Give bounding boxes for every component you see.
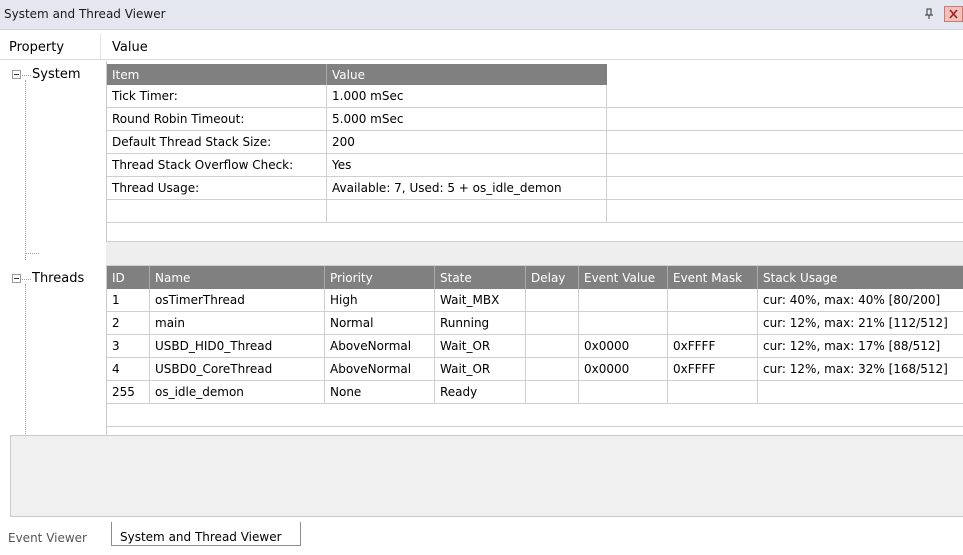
tree-connector — [22, 75, 31, 76]
tab-event-viewer[interactable]: Event Viewer — [8, 531, 87, 545]
thread-cell-id: 4 — [107, 358, 150, 381]
threads-header-priority[interactable]: Priority — [325, 266, 435, 289]
value-column-header[interactable]: Value — [112, 40, 148, 55]
system-row-value: 1.000 mSec — [327, 85, 607, 108]
threads-header-stack-usage[interactable]: Stack Usage — [758, 266, 963, 289]
thread-cell-state: Wait_OR — [435, 335, 526, 358]
thread-cell-event-value — [579, 289, 668, 312]
thread-cell-event-value — [579, 312, 668, 335]
column-divider[interactable] — [100, 34, 101, 60]
system-header-item[interactable]: Item — [107, 64, 327, 85]
thread-cell-delay — [526, 289, 579, 312]
thread-cell-priority: AboveNormal — [325, 358, 435, 381]
system-row-filler — [607, 154, 963, 177]
threads-header-id[interactable]: ID — [107, 266, 150, 289]
tree-node-system[interactable]: System — [32, 67, 80, 82]
tree-connector — [25, 284, 26, 434]
thread-cell-name: main — [150, 312, 325, 335]
thread-cell-delay — [526, 381, 579, 404]
system-row-value: 200 — [327, 131, 607, 154]
system-row-filler — [607, 177, 963, 200]
thread-cell-state: Wait_MBX — [435, 289, 526, 312]
tree-node-threads[interactable]: Threads — [32, 271, 84, 286]
separator-band — [106, 241, 963, 266]
thread-cell-id: 255 — [107, 381, 150, 404]
thread-cell-event-mask: 0xFFFF — [668, 358, 758, 381]
thread-cell-event-mask — [668, 312, 758, 335]
threads-table: ID Name Priority State Delay Event Value… — [107, 266, 963, 436]
system-row-empty — [107, 200, 327, 223]
thread-cell-delay — [526, 335, 579, 358]
system-row-filler — [607, 85, 963, 108]
system-row-filler — [607, 108, 963, 131]
tree-connector — [25, 253, 39, 254]
thread-cell-id: 3 — [107, 335, 150, 358]
tab-label: System and Thread Viewer — [120, 530, 282, 544]
threads-header-state[interactable]: State — [435, 266, 526, 289]
system-row-value: Yes — [327, 154, 607, 177]
property-column-header[interactable]: Property — [9, 40, 64, 55]
system-row-empty — [607, 200, 963, 223]
threads-expander-icon[interactable] — [12, 274, 21, 283]
threads-header-event-mask[interactable]: Event Mask — [668, 266, 758, 289]
system-row-item: Round Robin Timeout: — [107, 108, 327, 131]
threads-header-event-value[interactable]: Event Value — [579, 266, 668, 289]
thread-cell-name: os_idle_demon — [150, 381, 325, 404]
system-row-filler — [607, 131, 963, 154]
thread-cell-name: USBD_HID0_Thread — [150, 335, 325, 358]
system-table: Item Value Tick Timer: 1.000 mSec Round … — [107, 61, 963, 241]
system-row-item: Thread Usage: — [107, 177, 327, 200]
thread-cell-event-mask — [668, 289, 758, 312]
system-row-value: Available: 7, Used: 5 + os_idle_demon — [327, 177, 607, 200]
system-row-item: Thread Stack Overflow Check: — [107, 154, 327, 177]
system-expander-icon[interactable] — [12, 70, 21, 79]
thread-cell-event-value — [579, 381, 668, 404]
thread-cell-state: Running — [435, 312, 526, 335]
thread-cell-state: Wait_OR — [435, 358, 526, 381]
thread-cell-stack-usage: cur: 12%, max: 17% [88/512] — [758, 335, 963, 358]
tab-system-and-thread-viewer[interactable]: System and Thread Viewer — [111, 522, 301, 546]
thread-cell-id: 2 — [107, 312, 150, 335]
thread-cell-name: osTimerThread — [150, 289, 325, 312]
close-icon[interactable] — [944, 6, 963, 22]
window-title: System and Thread Viewer — [4, 7, 166, 21]
thread-cell-delay — [526, 358, 579, 381]
thread-cell-priority: AboveNormal — [325, 335, 435, 358]
thread-cell-stack-usage: cur: 12%, max: 32% [168/512] — [758, 358, 963, 381]
system-row-item: Default Thread Stack Size: — [107, 131, 327, 154]
tree-connector — [22, 279, 31, 280]
system-row-item: Tick Timer: — [107, 85, 327, 108]
thread-cell-state: Ready — [435, 381, 526, 404]
threads-row-empty — [107, 404, 963, 427]
thread-cell-event-mask — [668, 381, 758, 404]
tree-connector — [25, 80, 26, 260]
pin-icon[interactable] — [923, 8, 935, 20]
threads-header-delay[interactable]: Delay — [526, 266, 579, 289]
thread-cell-event-mask: 0xFFFF — [668, 335, 758, 358]
system-row-empty — [327, 200, 607, 223]
thread-cell-priority: Normal — [325, 312, 435, 335]
thread-cell-name: USBD0_CoreThread — [150, 358, 325, 381]
bottom-empty-panel — [10, 435, 963, 517]
threads-header-name[interactable]: Name — [150, 266, 325, 289]
thread-cell-id: 1 — [107, 289, 150, 312]
thread-cell-priority: None — [325, 381, 435, 404]
system-row-value: 5.000 mSec — [327, 108, 607, 131]
thread-cell-delay — [526, 312, 579, 335]
thread-cell-stack-usage — [758, 381, 963, 404]
thread-cell-priority: High — [325, 289, 435, 312]
thread-cell-stack-usage: cur: 40%, max: 40% [80/200] — [758, 289, 963, 312]
system-header-value[interactable]: Value — [327, 64, 607, 85]
thread-cell-stack-usage: cur: 12%, max: 21% [112/512] — [758, 312, 963, 335]
thread-cell-event-value: 0x0000 — [579, 358, 668, 381]
thread-cell-event-value: 0x0000 — [579, 335, 668, 358]
